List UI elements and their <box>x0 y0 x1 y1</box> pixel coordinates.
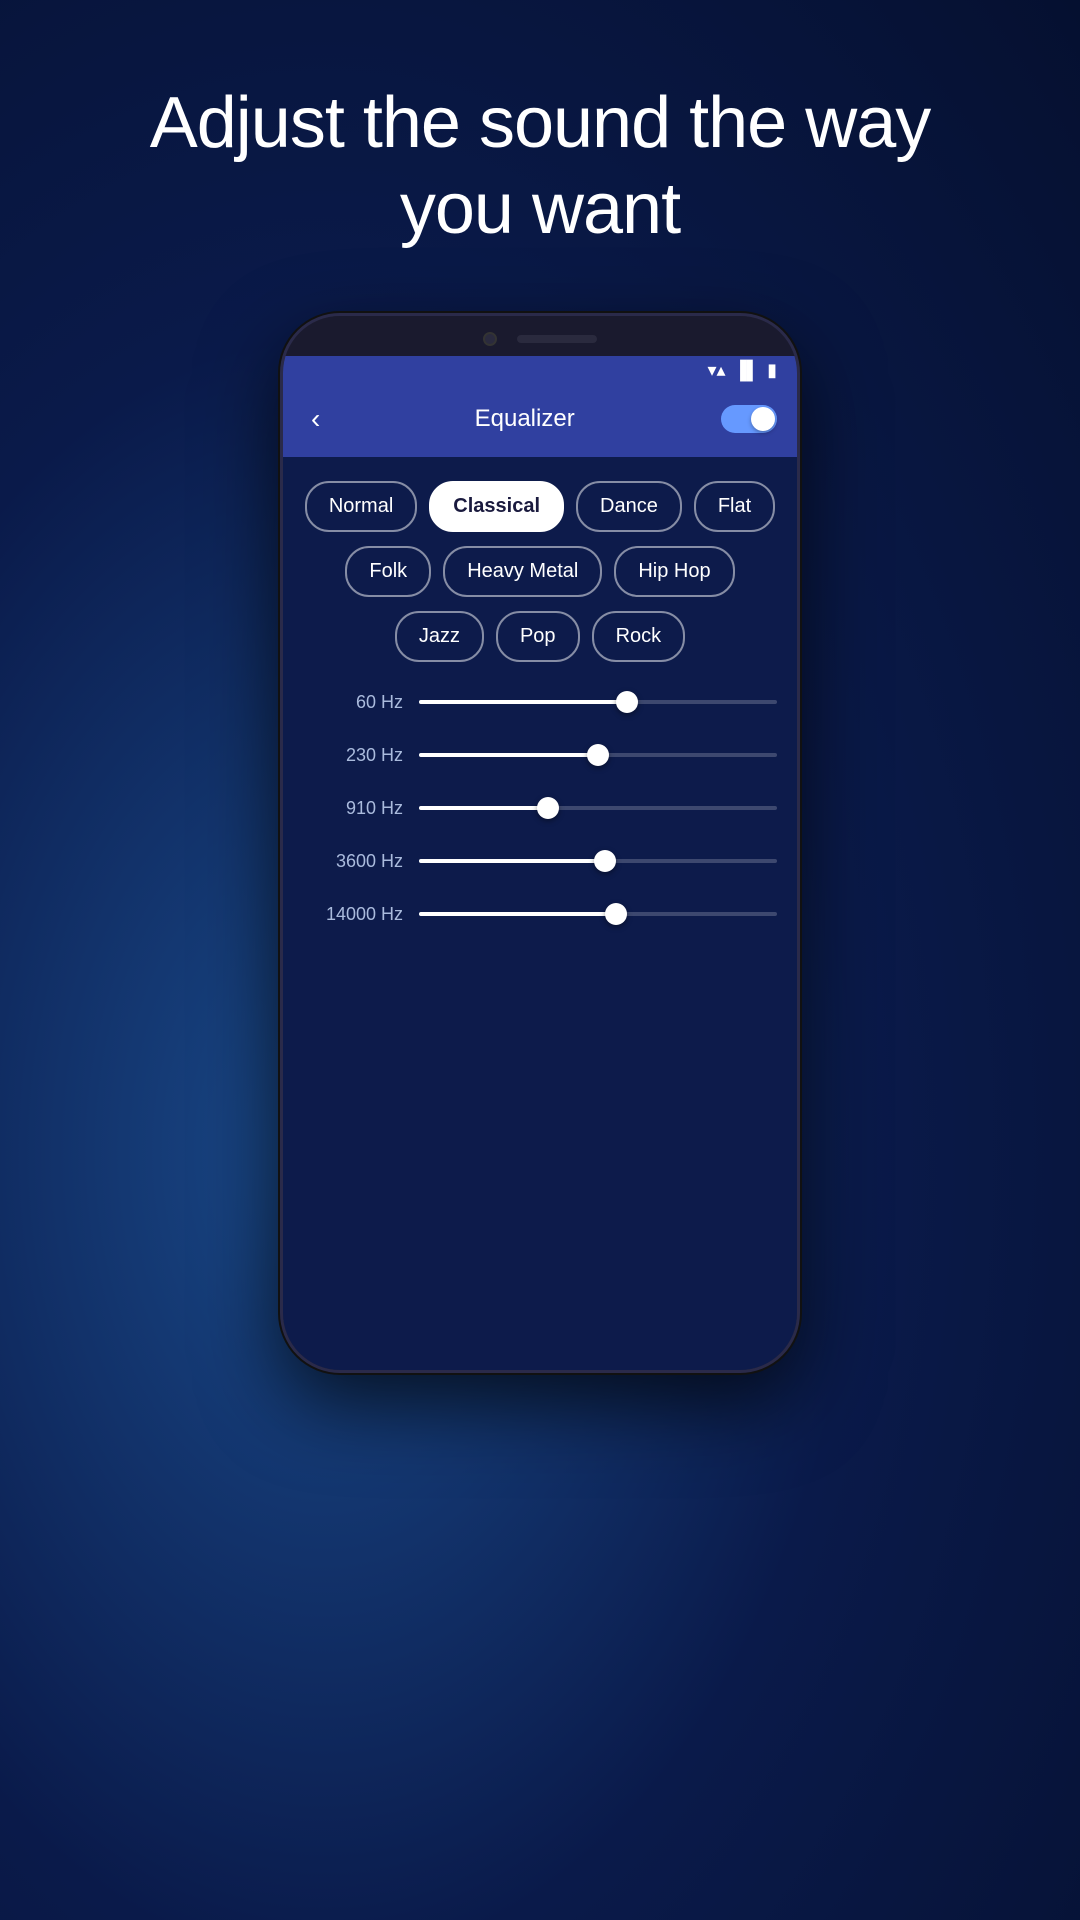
slider-filled <box>419 859 605 863</box>
slider-filled <box>419 806 548 810</box>
genre-rock[interactable]: Rock <box>592 611 686 662</box>
eq-band-14000hz: 14000 Hz <box>303 904 777 925</box>
eq-label-230hz: 230 Hz <box>303 745 403 766</box>
eq-slider-910hz[interactable] <box>419 806 777 810</box>
eq-band-910hz: 910 Hz <box>303 798 777 819</box>
genre-normal[interactable]: Normal <box>305 481 417 532</box>
phone-camera <box>483 332 497 346</box>
equalizer-section: 60 Hz 230 Hz 910 Hz <box>303 692 777 925</box>
eq-slider-14000hz[interactable] <box>419 912 777 916</box>
slider-track <box>419 859 777 863</box>
wifi-icon: ▾▴ <box>708 360 726 381</box>
genre-row-1: Normal Classical Dance Flat <box>303 481 777 532</box>
slider-filled <box>419 753 598 757</box>
genre-row-2: Folk Heavy Metal Hip Hop <box>303 546 777 597</box>
eq-slider-230hz[interactable] <box>419 753 777 757</box>
phone-mockup: ▾▴ ▐▌ ▮ ‹ Equalizer Normal Classical Dan… <box>280 313 800 1373</box>
eq-label-3600hz: 3600 Hz <box>303 851 403 872</box>
slider-thumb[interactable] <box>587 744 609 766</box>
eq-band-60hz: 60 Hz <box>303 692 777 713</box>
eq-slider-60hz[interactable] <box>419 700 777 704</box>
toggle-knob <box>751 407 775 431</box>
genre-pop[interactable]: Pop <box>496 611 580 662</box>
slider-thumb[interactable] <box>594 850 616 872</box>
slider-track <box>419 912 777 916</box>
slider-filled <box>419 912 616 916</box>
genre-folk[interactable]: Folk <box>345 546 431 597</box>
phone-top-bar <box>283 316 797 356</box>
page-headline: Adjust the sound the way you want <box>90 80 991 253</box>
phone-speaker <box>517 335 597 343</box>
screen-title: Equalizer <box>475 405 575 433</box>
headline-line2: you want <box>400 169 680 249</box>
slider-filled <box>419 700 627 704</box>
eq-label-60hz: 60 Hz <box>303 692 403 713</box>
back-button[interactable]: ‹ <box>303 399 328 439</box>
genre-dance[interactable]: Dance <box>576 481 682 532</box>
genre-heavymetal[interactable]: Heavy Metal <box>443 546 602 597</box>
slider-track <box>419 700 777 704</box>
eq-label-910hz: 910 Hz <box>303 798 403 819</box>
equalizer-toggle[interactable] <box>721 405 777 433</box>
slider-thumb[interactable] <box>616 691 638 713</box>
eq-label-14000hz: 14000 Hz <box>303 904 403 925</box>
eq-slider-3600hz[interactable] <box>419 859 777 863</box>
slider-thumb[interactable] <box>537 797 559 819</box>
genre-flat[interactable]: Flat <box>694 481 775 532</box>
eq-band-3600hz: 3600 Hz <box>303 851 777 872</box>
app-header: ‹ Equalizer <box>283 385 797 457</box>
slider-track <box>419 806 777 810</box>
status-bar: ▾▴ ▐▌ ▮ <box>283 356 797 385</box>
slider-thumb[interactable] <box>605 903 627 925</box>
signal-icon: ▐▌ <box>734 360 760 381</box>
genre-jazz[interactable]: Jazz <box>395 611 484 662</box>
genre-classical[interactable]: Classical <box>429 481 564 532</box>
genre-hiphop[interactable]: Hip Hop <box>614 546 734 597</box>
screen-content: Normal Classical Dance Flat Folk Heavy M… <box>283 457 797 1370</box>
slider-track <box>419 753 777 757</box>
eq-band-230hz: 230 Hz <box>303 745 777 766</box>
headline-line1: Adjust the sound the way <box>150 83 931 163</box>
genre-row-3: Jazz Pop Rock <box>303 611 777 662</box>
battery-icon: ▮ <box>767 360 777 381</box>
